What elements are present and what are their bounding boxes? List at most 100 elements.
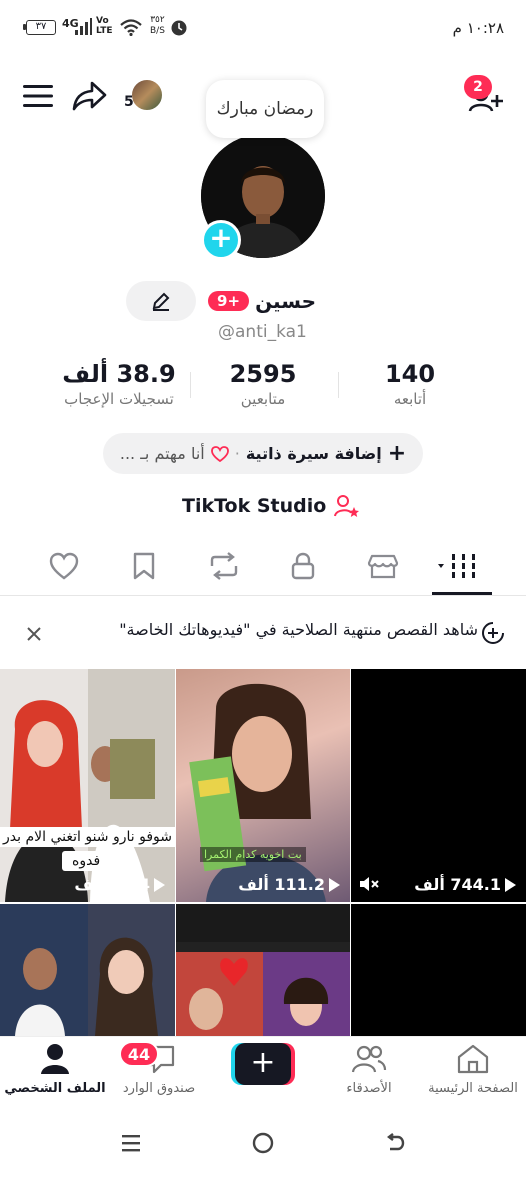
plus-icon: + <box>387 440 407 466</box>
status-bubble[interactable]: رمضان مبارك <box>206 80 324 138</box>
display-name: حسين <box>255 289 316 313</box>
tab-reposts[interactable] <box>204 550 244 582</box>
video-caption: بت اخويه كدام الكمرا <box>200 847 306 862</box>
speed-value: ٣٥٢ <box>150 15 165 25</box>
video-tile[interactable]: شوفو نارو شنو اتغني الام بدر فدوه 35.4 أ… <box>0 669 175 902</box>
bookmark-icon <box>133 552 155 580</box>
tab-favorites[interactable] <box>124 550 164 582</box>
following-label: أتابعه <box>393 390 427 408</box>
tab-liked[interactable] <box>44 550 84 582</box>
stat-divider <box>338 372 339 398</box>
network-speed: ٣٥٢ B/S <box>150 15 165 37</box>
friends-icon <box>351 1045 387 1073</box>
hamburger-icon <box>23 85 53 107</box>
inbox-badge: 44 <box>119 1041 159 1067</box>
add-story-button[interactable]: + <box>201 220 241 260</box>
video-views: 744.1 ألف <box>414 875 516 894</box>
followers-stat[interactable]: 2595 متابعين <box>200 360 326 408</box>
expired-stories-banner[interactable]: شاهد القصص منتهية الصلاحية في "فيديوهاتك… <box>0 610 526 654</box>
add-story-circle-icon <box>482 622 504 644</box>
username[interactable]: @anti_ka1 <box>218 322 307 342</box>
system-navigation <box>0 1110 526 1178</box>
friends-count: 5 <box>124 94 134 110</box>
add-bio-label[interactable]: إضافة سيرة ذاتية <box>246 444 382 463</box>
video-thumbnail <box>0 904 175 1036</box>
bio-separator: · <box>234 444 240 463</box>
followers-count: 2595 <box>229 360 297 388</box>
clock: ١٠:٢٨ م <box>452 19 504 37</box>
follower-requests-badge: 2 <box>464 75 492 99</box>
video-tile[interactable] <box>176 904 350 1036</box>
heart-icon <box>210 445 229 462</box>
video-thumbnail <box>189 683 326 902</box>
nav-home-label: الصفحة الرئيسية <box>428 1081 518 1096</box>
home-icon <box>457 1044 489 1074</box>
share-icon <box>72 81 107 111</box>
followers-label: متابعين <box>240 390 286 408</box>
nav-friends[interactable]: الأصدقاء <box>314 1043 424 1096</box>
play-icon <box>329 877 340 892</box>
following-stat[interactable]: 140 أتابعه <box>354 360 466 408</box>
tab-shop[interactable] <box>363 550 403 582</box>
video-views: 35.4 ألف <box>74 875 165 894</box>
heart-outline-icon <box>49 552 79 580</box>
likes-stat[interactable]: 38.9 ألف تسجيلات الإعجاب <box>46 360 192 408</box>
active-tab-indicator <box>432 592 492 595</box>
tab-private[interactable] <box>283 550 323 582</box>
view-count: 744.1 ألف <box>414 875 501 894</box>
likes-count: 38.9 ألف <box>62 360 176 388</box>
pencil-icon <box>152 292 170 311</box>
wifi-icon <box>120 19 142 36</box>
interests-label[interactable]: أنا مهتم بـ ... <box>120 444 205 463</box>
create-button[interactable]: + <box>231 1043 295 1085</box>
home-circle-icon[interactable] <box>251 1131 275 1155</box>
studio-user-star-icon <box>334 495 360 517</box>
edit-profile-button[interactable] <box>126 281 196 321</box>
video-tile[interactable] <box>351 904 526 1036</box>
bio-pill[interactable]: + إضافة سيرة ذاتية · أنا مهتم بـ ... <box>103 433 423 474</box>
friends-avatars-button[interactable]: 5 <box>122 78 166 114</box>
likes-label: تسجيلات الإعجاب <box>64 390 174 408</box>
volte-label: Vo LTE <box>96 16 113 36</box>
close-icon[interactable] <box>24 624 44 644</box>
lock-icon <box>291 552 315 580</box>
nav-home[interactable]: الصفحة الرئيسية <box>418 1043 526 1096</box>
profile-tabs <box>0 540 526 596</box>
back-icon[interactable] <box>384 1132 406 1154</box>
battery-level: ٣٧ <box>35 21 47 32</box>
tiktok-studio-link[interactable]: TikTok Studio <box>182 494 360 518</box>
tab-videos[interactable] <box>434 550 486 582</box>
recent-apps-icon[interactable] <box>120 1132 142 1154</box>
nav-profile[interactable]: الملف الشخصي <box>0 1043 110 1096</box>
status-bar: ٣٧ 4G Vo LTE ٣٥٢ B/S ١٠:٢٨ م <box>0 0 526 58</box>
muted-icon <box>360 877 379 891</box>
bottom-navigation: الصفحة الرئيسية الأصدقاء + صندوق الوارد … <box>0 1036 526 1110</box>
profile-icon <box>41 1044 69 1074</box>
status-bubble-text: رمضان مبارك <box>216 99 314 119</box>
nav-profile-label: الملف الشخصي <box>4 1081 106 1096</box>
play-icon <box>505 877 516 892</box>
video-tile[interactable]: بت اخويه كدام الكمرا 111.2 ألف <box>176 669 350 902</box>
shop-icon <box>367 554 399 579</box>
alarm-icon <box>171 20 187 36</box>
tiktok-studio-label: TikTok Studio <box>182 495 327 517</box>
nav-friends-label: الأصدقاء <box>346 1081 392 1096</box>
video-tile[interactable] <box>0 904 175 1036</box>
name-badge[interactable]: 9+ <box>208 291 250 311</box>
play-icon <box>154 877 165 892</box>
view-count: 111.2 ألف <box>238 875 325 894</box>
video-caption: شوفو نارو شنو اتغني الام بدر <box>0 827 175 847</box>
grid-videos-icon <box>438 554 475 578</box>
banner-text: شاهد القصص منتهية الصلاحية في "فيديوهاتك… <box>119 620 478 639</box>
speed-unit: B/S <box>150 26 165 36</box>
following-count: 140 <box>384 360 436 388</box>
share-profile-button[interactable] <box>71 78 109 114</box>
video-caption-2: فدوه <box>62 851 111 871</box>
display-name-row: حسين 9+ <box>208 289 316 313</box>
friend-avatar <box>130 78 164 112</box>
repost-icon <box>210 552 238 580</box>
nav-inbox-label: صندوق الوارد <box>122 1081 196 1096</box>
menu-button[interactable] <box>22 80 54 112</box>
video-tile[interactable]: 744.1 ألف <box>351 669 526 902</box>
battery-icon: ٣٧ <box>23 20 56 35</box>
